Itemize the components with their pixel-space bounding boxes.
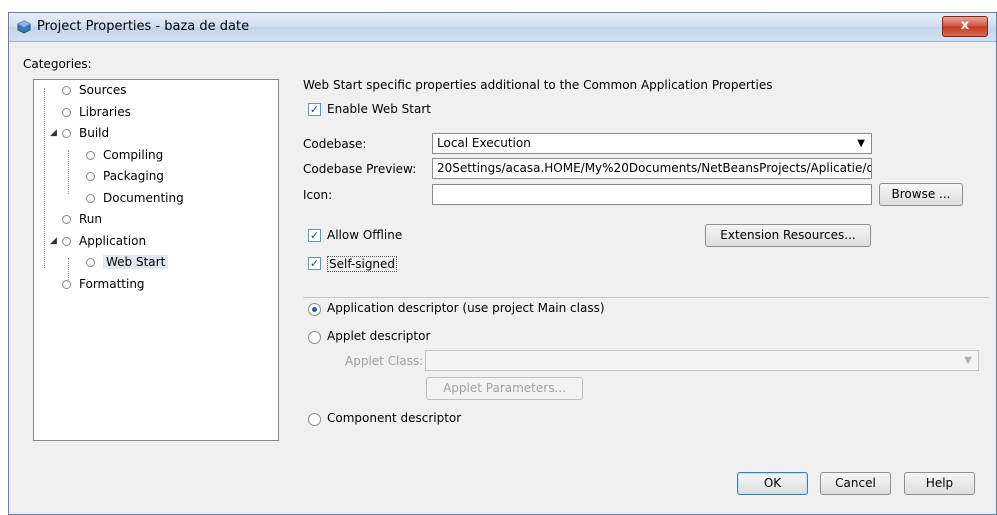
tree-item-application[interactable]: ◢ Application [50, 232, 146, 250]
title-bar[interactable]: Project Properties - baza de date x [9, 13, 996, 42]
node-icon [62, 108, 71, 117]
application-descriptor-radio[interactable] [308, 303, 321, 316]
icon-label: Icon: [303, 188, 333, 202]
close-icon: x [960, 18, 970, 33]
tree-item-libraries[interactable]: Libraries [62, 103, 131, 121]
applet-descriptor-radio[interactable] [308, 331, 321, 344]
codebase-value: Local Execution [437, 136, 531, 150]
tree-item-formatting[interactable]: Formatting [62, 275, 145, 293]
allow-offline-label[interactable]: Allow Offline [327, 228, 402, 242]
enable-web-start-label[interactable]: Enable Web Start [327, 102, 431, 116]
tree-item-packaging[interactable]: Packaging [86, 167, 164, 185]
node-icon [62, 280, 71, 289]
expand-arrow-icon[interactable]: ◢ [50, 124, 57, 142]
node-icon [86, 194, 95, 203]
chevron-down-icon: ▼ [964, 355, 972, 366]
browse-button[interactable]: Browse ... [879, 183, 963, 206]
tree-connector-line [68, 150, 69, 194]
help-button[interactable]: Help [904, 472, 975, 495]
window-title: Project Properties - baza de date [37, 19, 250, 34]
component-descriptor-radio[interactable] [308, 413, 321, 426]
section-divider [303, 297, 989, 298]
tree-item-sources[interactable]: Sources [62, 81, 126, 99]
codebase-preview-label: Codebase Preview: [303, 162, 417, 176]
tree-item-compiling[interactable]: Compiling [86, 146, 163, 164]
categories-tree[interactable]: Sources Libraries ◢ Build Compiling Pack… [33, 79, 279, 441]
codebase-label: Codebase: [303, 137, 367, 151]
background-frame [0, 12, 8, 515]
tree-item-web-start[interactable]: Web Start [86, 253, 169, 271]
application-descriptor-label[interactable]: Application descriptor (use project Main… [327, 301, 605, 315]
enable-web-start-checkbox[interactable]: ✓ [308, 103, 321, 116]
dialog-client-area: Categories: Sources Libraries ◢ Build Co… [11, 42, 994, 512]
applet-class-label: Applet Class: [345, 354, 424, 368]
self-signed-checkbox[interactable]: ✓ [308, 257, 321, 270]
panel-description: Web Start specific properties additional… [303, 78, 773, 92]
icon-field[interactable] [432, 184, 872, 205]
applet-parameters-button[interactable]: Applet Parameters... [426, 377, 583, 400]
node-icon [86, 172, 95, 181]
background-strip [0, 0, 997, 12]
applet-descriptor-label[interactable]: Applet descriptor [327, 329, 430, 343]
codebase-preview-value: 20Settings/acasa.HOME/My%20Documents/Net… [437, 161, 872, 175]
allow-offline-checkbox[interactable]: ✓ [308, 229, 321, 242]
node-icon [62, 86, 71, 95]
node-icon [62, 237, 71, 246]
node-icon [62, 215, 71, 224]
node-icon [62, 129, 71, 138]
codebase-select[interactable]: Local Execution ▼ [432, 133, 872, 154]
project-properties-dialog: Project Properties - baza de date x Cate… [8, 12, 997, 515]
component-descriptor-label[interactable]: Component descriptor [327, 411, 461, 425]
tree-item-documenting[interactable]: Documenting [86, 189, 184, 207]
tree-connector-line [44, 88, 45, 268]
node-icon [86, 151, 95, 160]
netbeans-project-icon [17, 20, 31, 34]
categories-label: Categories: [23, 57, 92, 71]
close-button[interactable]: x [942, 16, 988, 37]
tree-item-run[interactable]: Run [62, 210, 102, 228]
ok-button[interactable]: OK [737, 472, 808, 495]
cancel-button[interactable]: Cancel [820, 472, 891, 495]
self-signed-label[interactable]: Self-signed [327, 256, 398, 272]
expand-arrow-icon[interactable]: ◢ [50, 232, 57, 250]
tree-item-build[interactable]: ◢ Build [50, 124, 109, 142]
node-icon [86, 258, 95, 267]
applet-class-select[interactable]: ▼ [425, 350, 979, 371]
chevron-down-icon: ▼ [857, 138, 865, 149]
codebase-preview-field[interactable]: 20Settings/acasa.HOME/My%20Documents/Net… [432, 158, 872, 179]
extension-resources-button[interactable]: Extension Resources... [705, 224, 871, 247]
